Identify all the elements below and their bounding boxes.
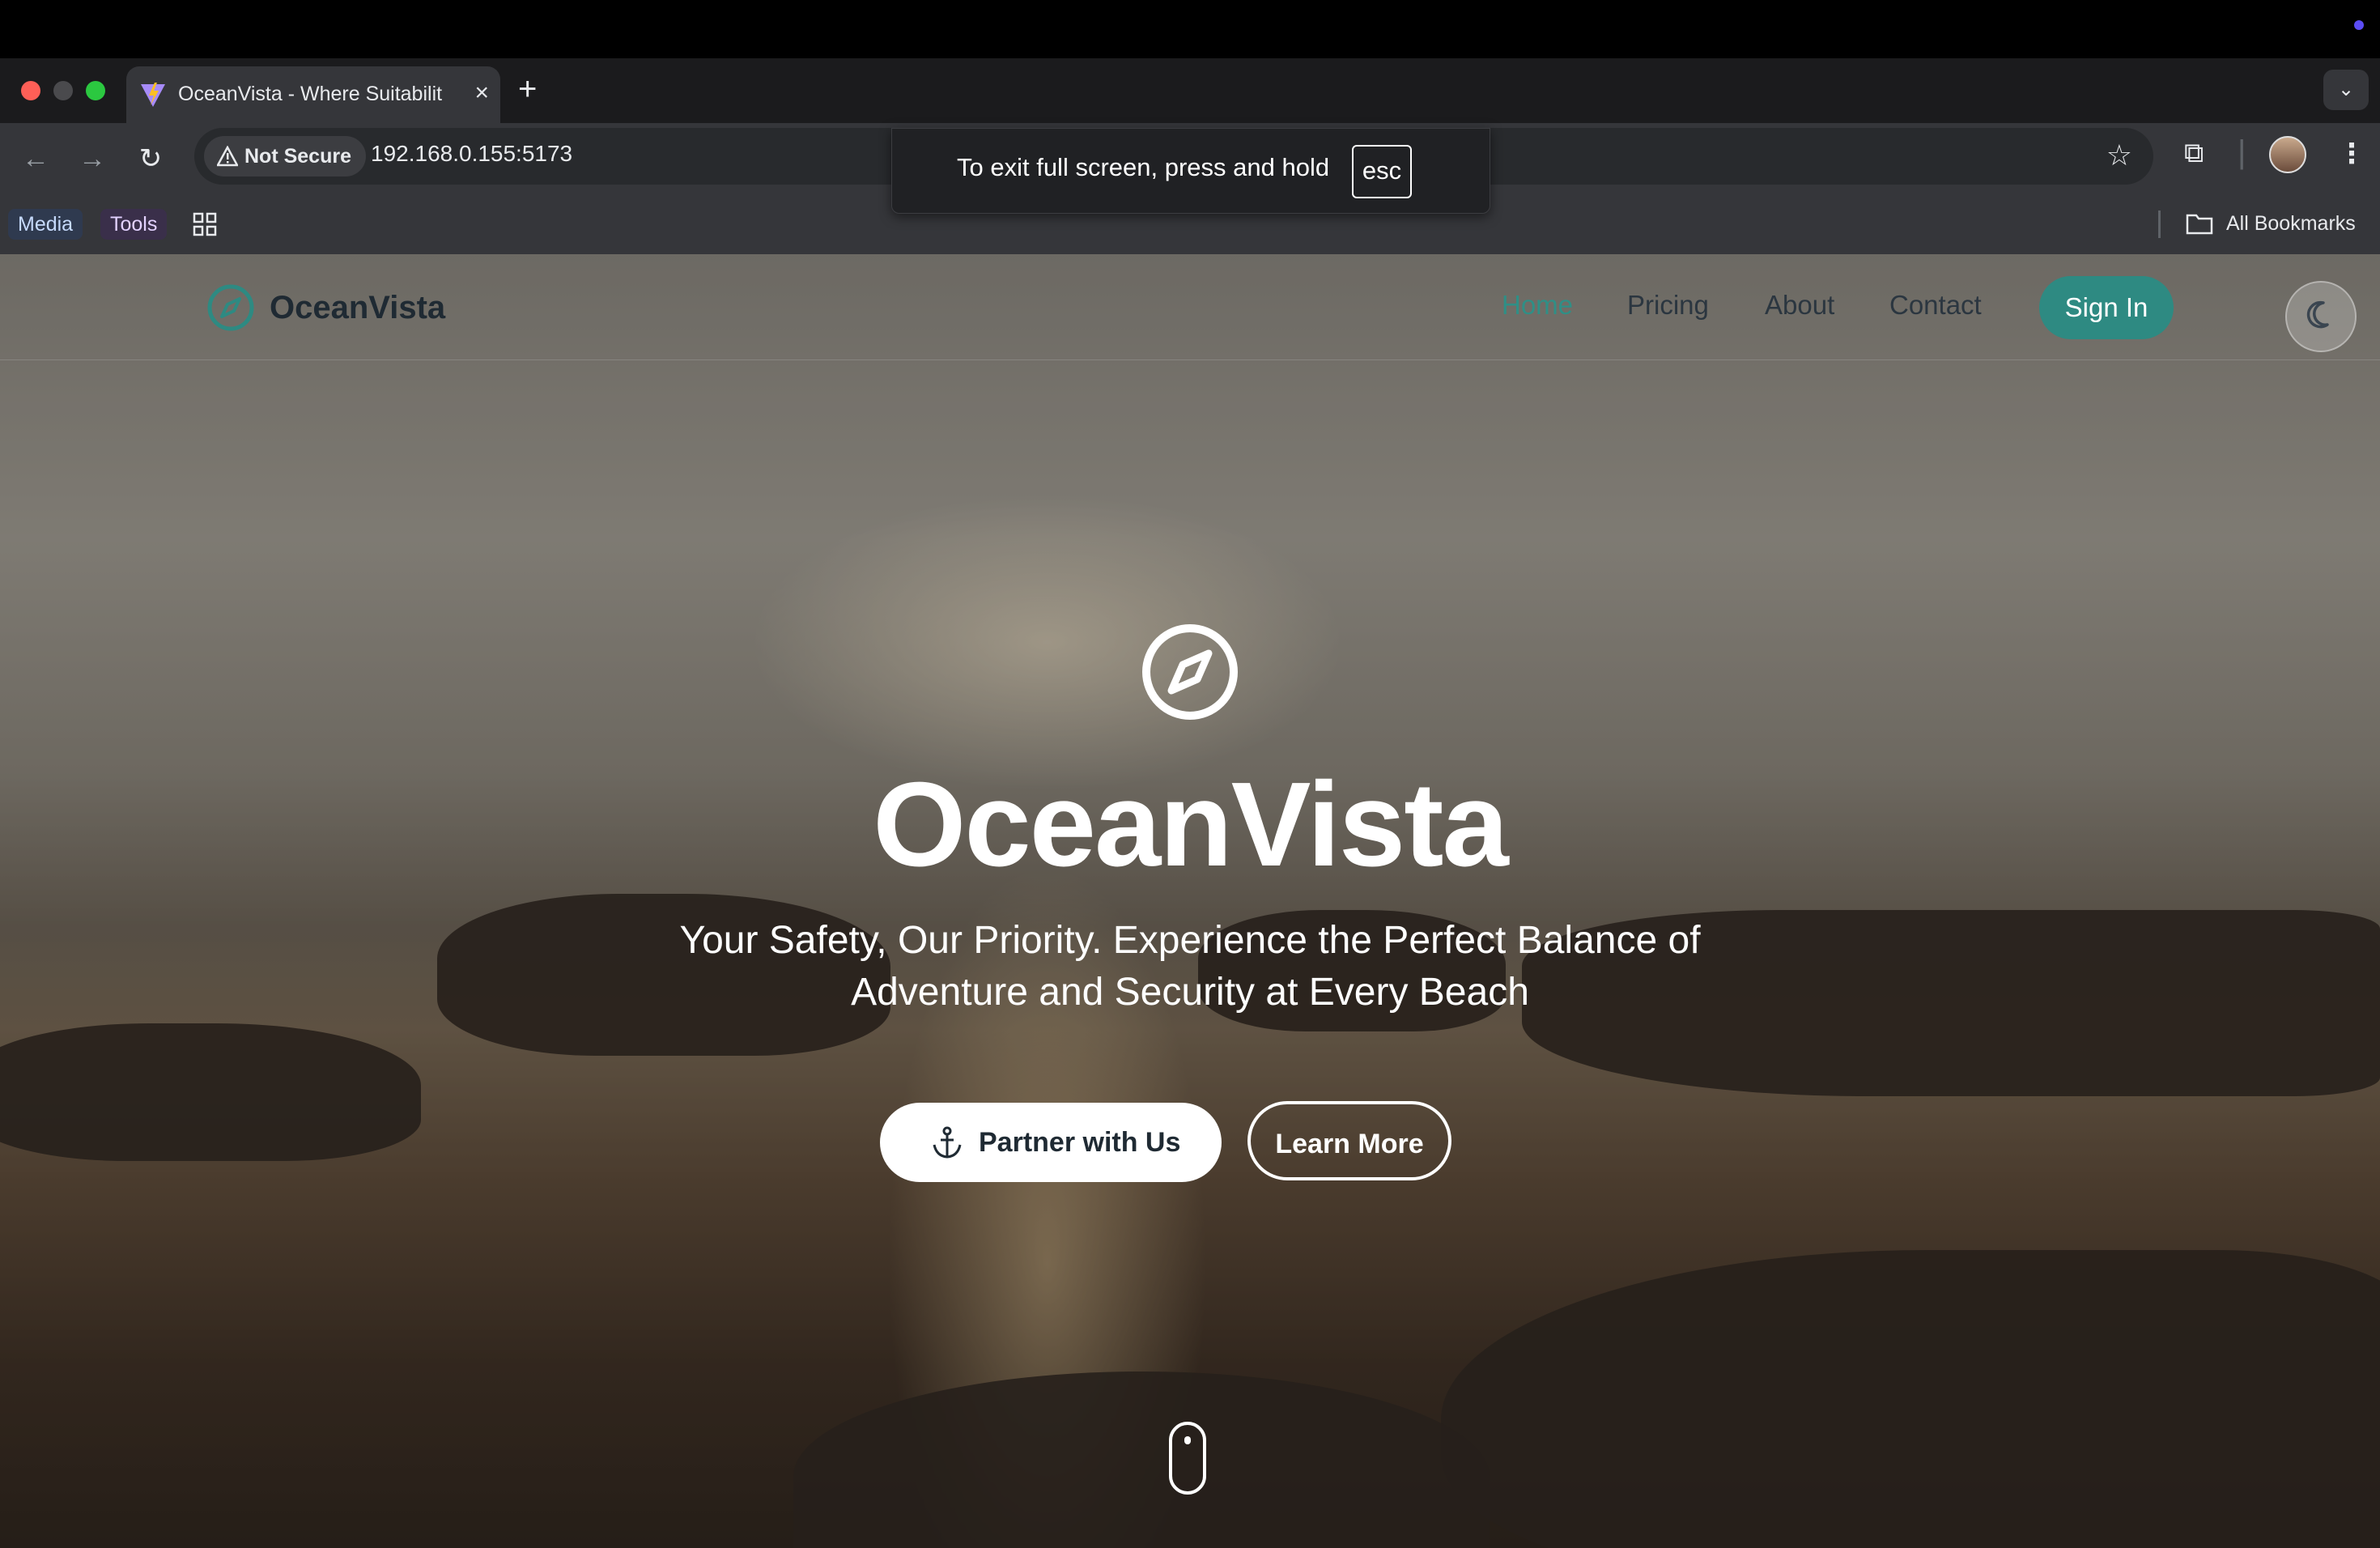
profile-avatar[interactable] bbox=[2269, 136, 2306, 173]
browser-menu-kebab-icon[interactable]: ⋮ bbox=[2338, 138, 2365, 170]
hero-subtitle: Your Safety, Our Priority. Experience th… bbox=[679, 919, 1701, 1014]
site-navbar: OceanVista Home Pricing About Contact Si… bbox=[0, 254, 2380, 360]
url-text[interactable]: 192.168.0.155:5173 bbox=[371, 141, 572, 167]
bookmark-media[interactable]: Media bbox=[8, 209, 83, 240]
bookmark-tools[interactable]: Tools bbox=[100, 209, 168, 240]
partner-with-us-button[interactable]: Partner with Us bbox=[880, 1103, 1222, 1182]
nav-home-link[interactable]: Home bbox=[1502, 290, 1573, 321]
tab-title: OceanVista - Where Suitabilit bbox=[178, 83, 443, 105]
tab-close-icon[interactable]: × bbox=[474, 79, 489, 107]
system-top-bar bbox=[0, 0, 2380, 58]
reload-icon[interactable]: ↻ bbox=[131, 139, 170, 178]
vite-favicon-icon bbox=[141, 83, 165, 107]
close-window-button[interactable] bbox=[21, 81, 40, 100]
esc-key-badge: esc bbox=[1352, 145, 1412, 198]
browser-tab-active[interactable]: OceanVista - Where Suitabilit × bbox=[126, 66, 500, 123]
apps-grid-icon[interactable] bbox=[193, 212, 217, 236]
warning-triangle-icon bbox=[217, 146, 238, 167]
nav-about-link[interactable]: About bbox=[1765, 290, 1834, 321]
bookmarks-divider bbox=[2158, 211, 2161, 238]
back-arrow-icon[interactable]: ← bbox=[16, 139, 55, 178]
moon-icon bbox=[2306, 300, 2329, 329]
folder-icon bbox=[2186, 214, 2213, 235]
mouse-wheel bbox=[1184, 1436, 1191, 1444]
status-dot-icon bbox=[2354, 20, 2364, 30]
partner-button-label: Partner with Us bbox=[979, 1127, 1181, 1158]
all-bookmarks-button[interactable]: All Bookmarks bbox=[2186, 207, 2356, 240]
minimize-window-button[interactable] bbox=[53, 81, 73, 100]
theme-toggle-button[interactable] bbox=[2285, 281, 2357, 352]
new-tab-button[interactable]: + bbox=[518, 73, 537, 105]
tab-strip: OceanVista - Where Suitabilit × + ⌄ bbox=[0, 58, 2380, 123]
forward-arrow-icon[interactable]: → bbox=[73, 139, 112, 178]
not-secure-chip[interactable]: Not Secure bbox=[204, 136, 366, 176]
fullscreen-exit-toast: To exit full screen, press and hold esc bbox=[891, 128, 1490, 214]
extensions-puzzle-icon[interactable]: ⧉ bbox=[2184, 138, 2204, 169]
hero-title: OceanVista bbox=[873, 758, 1509, 891]
tab-search-chevron-icon[interactable]: ⌄ bbox=[2323, 70, 2369, 110]
security-label: Not Secure bbox=[244, 145, 351, 168]
compass-icon bbox=[207, 284, 254, 331]
nav-pricing-link[interactable]: Pricing bbox=[1627, 290, 1709, 321]
compass-icon bbox=[1142, 624, 1238, 720]
fullscreen-message: To exit full screen, press and hold bbox=[957, 153, 1330, 181]
anchor-icon bbox=[933, 1126, 962, 1159]
bookmark-star-icon[interactable]: ☆ bbox=[2106, 138, 2132, 173]
toolbar-divider: | bbox=[2238, 134, 2246, 170]
mouse-scroll-icon[interactable] bbox=[1169, 1422, 1206, 1495]
sign-in-button[interactable]: Sign In bbox=[2039, 276, 2174, 339]
learn-more-button[interactable]: Learn More bbox=[1247, 1101, 1451, 1180]
website-viewport: OceanVista Home Pricing About Contact Si… bbox=[0, 254, 2380, 1548]
nav-contact-link[interactable]: Contact bbox=[1889, 290, 1982, 321]
maximize-window-button[interactable] bbox=[86, 81, 105, 100]
all-bookmarks-label: All Bookmarks bbox=[2226, 212, 2356, 235]
hero-overlay bbox=[0, 254, 2380, 1548]
brand-name: OceanVista bbox=[270, 290, 446, 325]
